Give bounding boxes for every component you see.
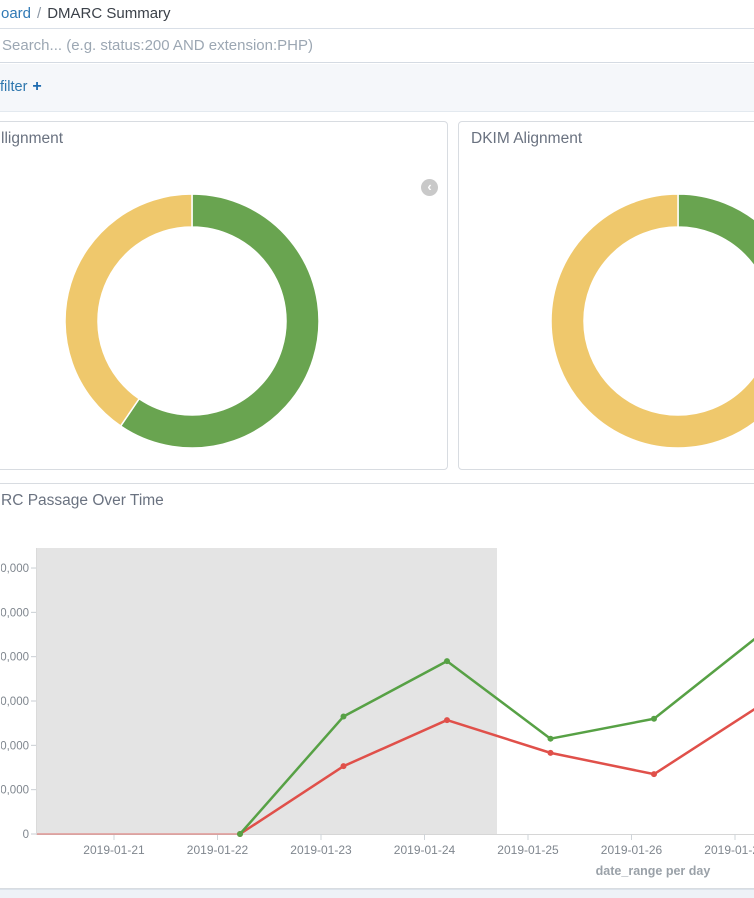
add-filter-link[interactable]: filter + [0,78,42,96]
breadcrumb-separator: / [31,5,47,22]
search-bar [0,28,754,63]
data-point-passing[interactable] [237,831,243,837]
breadcrumb: oard/DMARC Summary [0,0,754,28]
y-axis-tick-label: 0 [23,829,29,841]
bottom-panel-row-edge [0,889,754,898]
x-axis-tick-label: 2019-01-22 [187,843,249,857]
y-axis-tick-label: 10,000 [1,785,29,797]
breadcrumb-current-page: DMARC Summary [47,5,170,22]
filter-bar: filter + [0,64,754,112]
dkim-donut-svg [548,191,754,451]
y-axis-tick-label: 40,000 [1,652,29,664]
legend-toggle-button[interactable]: ‹ [421,179,438,196]
data-point-failing[interactable] [341,763,347,769]
data-point-passing[interactable] [651,716,657,722]
x-axis-tick-label: 2019-01-24 [394,843,456,857]
dashboard-page: oard/DMARC Summary filter + llignment ‹ D… [0,0,754,898]
data-point-passing[interactable] [341,714,347,720]
panel-dkim-alignment: DKIM Alignment [458,121,754,470]
x-axis-tick-label: 2019-01-25 [497,843,559,857]
pie-slice-pass[interactable] [678,194,754,321]
search-input[interactable] [0,29,754,62]
y-axis-tick-label: 30,000 [1,696,29,708]
y-axis-tick-label: 20,000 [1,740,29,752]
data-point-failing[interactable] [651,771,657,777]
panel-spf-alignment: llignment ‹ [0,121,448,470]
y-axis-tick-label: 60,000 [1,563,29,575]
x-axis-tick-label: 2019-01-26 [601,843,663,857]
breadcrumb-dashboard-link[interactable]: oard [1,5,31,22]
plus-icon: + [32,78,41,95]
x-axis-tick-label: 2019-01-21 [83,843,145,857]
chevron-left-circle-icon: ‹ [421,179,438,195]
brush-shaded-region [36,548,497,834]
add-filter-label: filter [0,79,27,95]
dkim-panel-title: DKIM Alignment [471,130,582,148]
x-axis-tick-label: 2019-01-23 [290,843,352,857]
pie-slice-fail[interactable] [65,194,192,426]
x-axis-tick-label: 2019-01-27 [704,843,754,857]
line-chart-svg[interactable]: 60,000 50,000 40,000 30,000 20,000 10,000 0 201… [1,541,754,886]
spf-panel-title: llignment [1,130,63,148]
panel-dmarc-passage-over-time: RC Passage Over Time 60,000 50,000 40,000 3… [0,483,754,889]
data-point-passing[interactable] [444,658,450,664]
y-axis-tick-label: 50,000 [1,607,29,619]
timeline-panel-title: RC Passage Over Time [1,492,164,510]
data-point-failing[interactable] [548,750,554,756]
xaxis-caption: date_range per day [553,864,753,878]
spf-donut-svg [62,191,322,451]
data-point-passing[interactable] [548,736,554,742]
data-point-failing[interactable] [444,717,450,723]
